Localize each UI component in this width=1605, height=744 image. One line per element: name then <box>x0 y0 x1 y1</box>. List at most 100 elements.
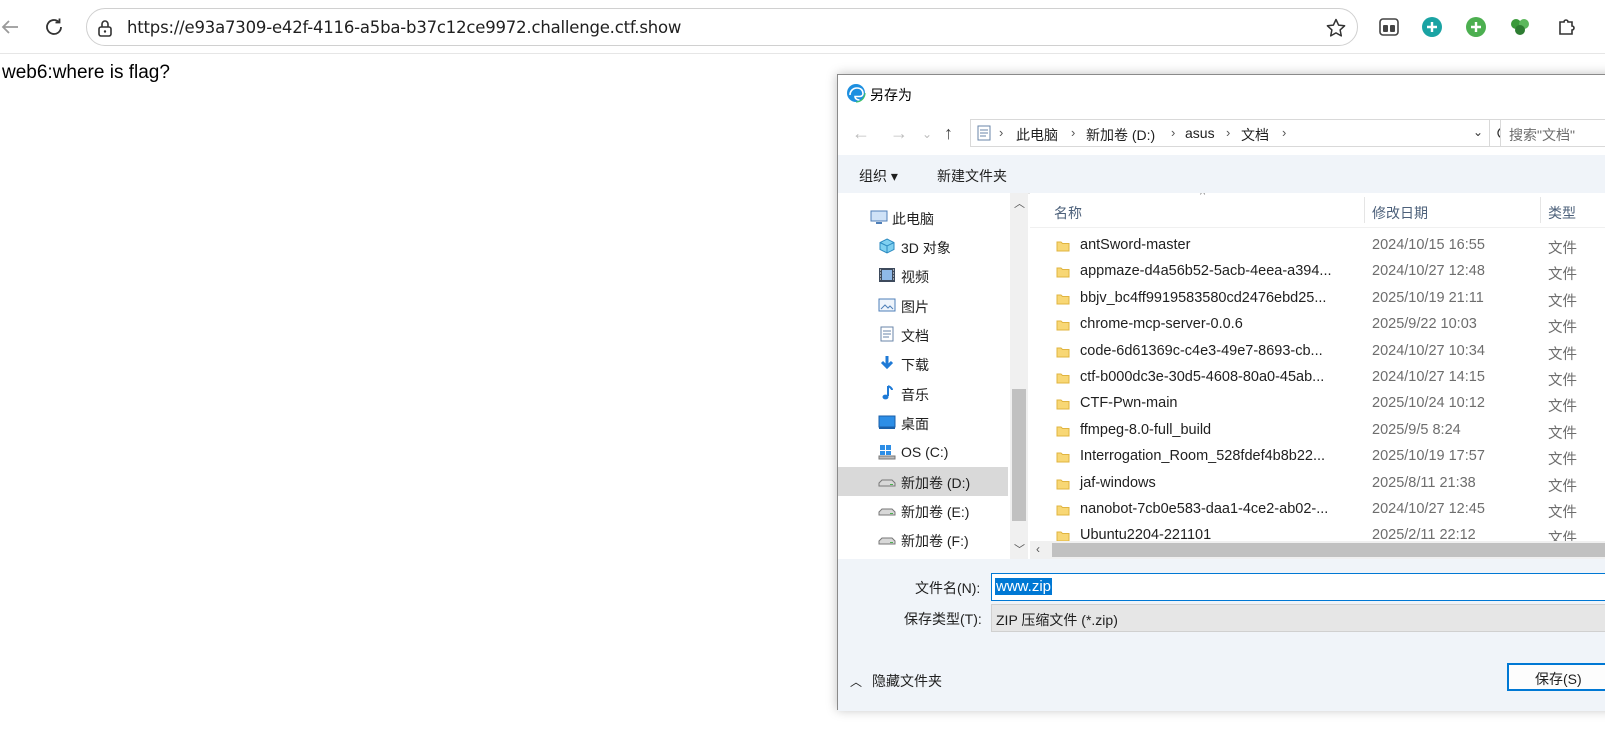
new-folder-button[interactable]: 新建文件夹 <box>937 166 1007 186</box>
file-modified-date: 2025/10/19 21:11 <box>1372 289 1484 306</box>
drive-icon <box>878 479 896 487</box>
tree-item-this-pc[interactable]: 此电脑 <box>838 203 1008 232</box>
column-divider[interactable] <box>1540 197 1541 223</box>
filetype-select[interactable]: ZIP 压缩文件 (*.zip) <box>991 604 1605 632</box>
breadcrumb-documents[interactable]: 文档 <box>1241 125 1269 145</box>
dialog-titlebar[interactable]: 另存为 <box>838 75 1605 111</box>
tree-item-drive-d[interactable]: 新加卷 (D:) <box>838 467 1008 496</box>
file-name: CTF-Pwn-main <box>1080 395 1178 412</box>
tree-item-drive-e[interactable]: 新加卷 (E:) <box>838 496 1008 525</box>
file-row[interactable]: nanobot-7cb0e583-daa1-4ce2-ab02-... 2024/… <box>1030 497 1605 523</box>
file-row[interactable]: Interrogation_Room_528fdef4b8b22... 2025/… <box>1030 444 1605 470</box>
file-type: 文件 <box>1548 478 1577 495</box>
nav-forward-icon[interactable]: → <box>890 123 908 144</box>
hide-folders-label: 隐藏文件夹 <box>872 673 942 689</box>
download-icon <box>880 356 894 370</box>
workspaces-icon[interactable] <box>1376 14 1402 40</box>
column-header-type[interactable]: 类型 <box>1548 203 1576 223</box>
file-modified-date: 2024/10/27 14:15 <box>1372 369 1485 385</box>
tree-scroll-thumb[interactable] <box>1012 389 1026 521</box>
search-input[interactable]: 搜索"文档" <box>1500 119 1605 147</box>
file-row[interactable]: chrome-mcp-server-0.0.6 2025/9/22 10:03 文件 <box>1030 312 1605 338</box>
sort-ascending-icon: ^ <box>1200 193 1206 201</box>
lock-icon[interactable] <box>95 18 115 38</box>
file-row[interactable]: ctf-b000dc3e-30d5-4608-80a0-45ab... 2024/… <box>1030 365 1605 391</box>
list-horizontal-scrollbar[interactable]: ‹ <box>1030 541 1605 559</box>
column-header-name[interactable]: 名称 <box>1054 203 1082 223</box>
file-row[interactable]: jaf-windows 2025/8/11 21:38 文件 <box>1030 471 1605 497</box>
tree-item-pictures[interactable]: 图片 <box>838 291 1008 320</box>
file-row[interactable]: appmaze-d4a56b52-5acb-4eea-a394... 2024/1… <box>1030 259 1605 285</box>
nav-back-icon[interactable]: ← <box>852 123 870 144</box>
tree-item-label: 新加卷 (E:) <box>901 504 970 520</box>
path-dropdown-chevron-icon[interactable]: ⌄ <box>1473 125 1483 139</box>
file-type: 文件 <box>1548 346 1577 363</box>
extensions-puzzle-icon[interactable] <box>1553 14 1579 40</box>
organize-menu-button[interactable]: 组织 ▾ <box>859 166 898 186</box>
save-as-dialog: 另存为 ← → ⌄ ↑ › 此电脑 › 新加卷 (D:) › asus › 文档… <box>837 74 1605 711</box>
tree-item-label: 下载 <box>901 357 929 373</box>
tree-vertical-scrollbar[interactable]: ︿ ﹀ <box>1010 193 1028 559</box>
tree-item-label: 文档 <box>901 328 929 344</box>
edge-logo-icon <box>846 83 866 103</box>
extension-plus-green-icon[interactable] <box>1463 14 1489 40</box>
breadcrumb-separator: › <box>1226 125 1231 140</box>
column-divider[interactable] <box>1364 197 1365 223</box>
save-button[interactable]: 保存(S) <box>1507 663 1605 691</box>
list-scroll-thumb[interactable] <box>1052 543 1605 557</box>
file-row[interactable]: CTF-Pwn-main 2025/10/24 10:12 文件 <box>1030 391 1605 417</box>
desktop-icon <box>878 415 896 429</box>
tree-item-desktop[interactable]: 桌面 <box>838 408 1008 437</box>
path-document-icon <box>977 125 991 141</box>
file-row[interactable]: antSword-master 2024/10/15 16:55 文件 <box>1030 233 1605 259</box>
tree-item-drive-c[interactable]: OS (C:) <box>838 438 1008 467</box>
reload-button[interactable] <box>38 11 70 43</box>
file-type: 文件 <box>1548 505 1577 521</box>
file-name: chrome-mcp-server-0.0.6 <box>1080 316 1243 333</box>
filename-value[interactable]: www.zip <box>995 578 1053 595</box>
extension-clover-icon[interactable] <box>1507 14 1533 40</box>
file-name: Interrogation_Room_528fdef4b8b22... <box>1080 448 1326 465</box>
file-modified-date: 2024/10/27 10:34 <box>1372 342 1485 359</box>
file-row[interactable]: ffmpeg-8.0-full_build 2025/9/5 8:24 文件 <box>1030 418 1605 444</box>
address-bar[interactable]: https://e93a7309-e42f-4116-a5ba-b37c12ce… <box>86 8 1358 46</box>
column-header-modified[interactable]: 修改日期 <box>1372 203 1428 223</box>
tree-item-music[interactable]: 音乐 <box>838 379 1008 408</box>
breadcrumb-drive-d[interactable]: 新加卷 (D:) <box>1086 125 1155 145</box>
tree-item-documents[interactable]: 文档 <box>838 320 1008 349</box>
tree-item-downloads[interactable]: 下载 <box>838 349 1008 378</box>
filename-label: 文件名(N): <box>915 580 981 596</box>
windows-drive-icon <box>878 445 896 460</box>
file-list-header: ^ 名称 修改日期 类型 <box>1030 193 1605 228</box>
tree-item-videos[interactable]: 视频 <box>838 261 1008 290</box>
file-name: jaf-windows <box>1080 474 1156 491</box>
chevron-up-icon: ︿ <box>850 675 863 689</box>
folder-icon <box>1056 347 1070 358</box>
file-row[interactable]: code-6d61369c-c4e3-49e7-8693-cb... 2024/1… <box>1030 339 1605 365</box>
favorite-star-icon[interactable] <box>1325 17 1347 39</box>
breadcrumb-path[interactable]: › 此电脑 › 新加卷 (D:) › asus › 文档 › ⌄ <box>970 119 1490 147</box>
video-icon <box>879 268 895 282</box>
tree-item-drive-f[interactable]: 新加卷 (F:) <box>838 525 1008 554</box>
file-modified-date: 2024/10/27 12:45 <box>1372 501 1485 517</box>
breadcrumb-this-pc[interactable]: 此电脑 <box>1016 125 1058 145</box>
breadcrumb-asus[interactable]: asus <box>1185 125 1215 141</box>
recent-locations-chevron-icon[interactable]: ⌄ <box>922 127 932 141</box>
scroll-left-icon[interactable]: ‹ <box>1036 542 1040 556</box>
tree-item-label: 新加卷 (F:) <box>901 533 969 549</box>
scroll-up-icon[interactable]: ︿ <box>1014 195 1025 211</box>
scroll-down-icon[interactable]: ﹀ <box>1014 541 1025 557</box>
folder-icon <box>1056 452 1070 463</box>
folder-icon <box>1056 320 1070 331</box>
filename-input[interactable]: www.zip <box>991 573 1605 601</box>
file-type: 文件 <box>1548 320 1577 337</box>
url-text[interactable]: https://e93a7309-e42f-4116-a5ba-b37c12ce… <box>127 18 681 37</box>
back-button[interactable] <box>0 11 26 43</box>
back-arrow-icon <box>1 20 18 34</box>
nav-up-icon[interactable]: ↑ <box>944 123 953 144</box>
tree-item-3d-objects[interactable]: 3D 对象 <box>838 232 1008 261</box>
extension-plus-teal-icon[interactable] <box>1419 14 1445 40</box>
file-modified-date: 2024/10/15 16:55 <box>1372 237 1485 253</box>
tree-item-label: 3D 对象 <box>901 240 951 256</box>
file-row[interactable]: bbjv_bc4ff9919583580cd2476ebd25... 2025/1… <box>1030 286 1605 312</box>
